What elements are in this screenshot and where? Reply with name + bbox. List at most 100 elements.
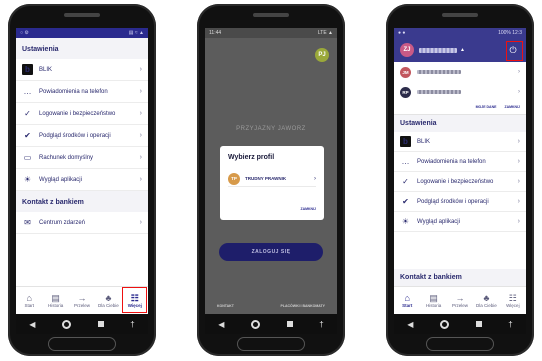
menu-item[interactable]: ✔ Podgląd środków i operacji ›: [394, 192, 526, 212]
menu-item[interactable]: … Powiadomienia na telefon ›: [16, 81, 148, 103]
profile-list: JM › RP ›: [394, 62, 526, 102]
profile-avatar: RP: [400, 86, 411, 98]
drawer-icon[interactable]: †: [508, 320, 512, 329]
current-profile-name-redacted: [419, 47, 457, 53]
tab-label: Historia: [425, 303, 442, 308]
menu-item-label: Logowanie i bezpieczeństwo: [39, 110, 116, 117]
close-link[interactable]: ZAMKNIJ: [504, 105, 520, 109]
tag-icon: ♣: [483, 293, 490, 303]
menu-item-label: Powiadomienia na telefon: [39, 88, 108, 95]
chevron-right-icon: ›: [139, 88, 142, 95]
tab-start[interactable]: ⌂ Start: [394, 287, 420, 314]
profile-links: MOJE DANE ZAMKNIJ: [394, 102, 526, 115]
branches-atms-link[interactable]: PLACÓWKI I BANKOMATY: [281, 304, 325, 308]
menu-item[interactable]: b BLIK ›: [16, 59, 148, 81]
sun-icon: ☀: [401, 217, 410, 226]
phone-chin: [48, 337, 116, 351]
blik-logo: b: [22, 64, 33, 75]
highlight-more-tab: [122, 287, 147, 313]
tab-start[interactable]: ⌂ Start: [16, 287, 42, 314]
phone-settings-menu: ○ ⚙ ▤ ≈ ▲ Ustawienia b BLIK › … Powiadomieni…: [8, 4, 156, 356]
recent-apps-icon[interactable]: [475, 321, 482, 327]
tab-więcej[interactable]: ☷ Więcej: [500, 287, 526, 314]
menu-item[interactable]: … Powiadomienia na telefon ›: [394, 152, 526, 172]
dialog-close-button[interactable]: ZAMKNIJ: [300, 207, 316, 211]
home-button-icon[interactable]: [440, 319, 450, 329]
home-button-icon[interactable]: [62, 319, 72, 329]
tab-label: Dla Ciebie: [476, 303, 497, 308]
bottom-tab-bar: ⌂ Start ▤ Historia → Przelew ♣ Dla Ciebie ☷ Więce…: [394, 286, 526, 314]
drawer-icon[interactable]: †: [130, 320, 134, 329]
chevron-right-icon: ›: [139, 110, 142, 117]
profile-row[interactable]: RP ›: [394, 82, 526, 102]
tab-dla-ciebie[interactable]: ♣ Dla Ciebie: [473, 287, 499, 314]
dialog-title: Wybierz profil: [228, 154, 275, 161]
chat-bubble-icon: …: [23, 87, 32, 96]
profile-option-name: TRUDNY PRAWNIK: [245, 176, 287, 181]
contact-link[interactable]: KONTAKT: [217, 304, 234, 308]
phone-chin: [426, 337, 494, 351]
menu-item-label: Rachunek domyślny: [39, 154, 94, 161]
grid-icon: ☷: [508, 293, 517, 303]
status-icons-right: ▤ ≈ ▲: [128, 30, 144, 36]
phone-screen: ● ● 100% 12:3 ZJ ▲ ⏻ JM › RP › MOJE DANE ZA…: [394, 28, 526, 334]
tab-przelew[interactable]: → Przelew: [69, 287, 95, 314]
chevron-right-icon: ›: [518, 89, 520, 95]
menu-item-label: BLIK: [417, 138, 431, 145]
menu-item[interactable]: ☀ Wygląd aplikacji ›: [394, 212, 526, 232]
menu-item[interactable]: ✉ Centrum zdarzeń ›: [16, 212, 148, 234]
contact-section-title: Kontakt z bankiem: [394, 269, 526, 286]
tab-przelew[interactable]: → Przelew: [447, 287, 473, 314]
tab-label: Dla Ciebie: [98, 303, 119, 308]
chevron-up-icon: ▲: [460, 47, 465, 53]
my-data-link[interactable]: MOJE DANE: [476, 105, 497, 109]
speaker-grill: [64, 13, 100, 17]
menu-item-label: Podgląd środków i operacji: [417, 198, 489, 205]
tab-label: Start: [24, 303, 34, 308]
menu-item-label: Centrum zdarzeń: [39, 219, 86, 226]
profile-row[interactable]: JM ›: [394, 62, 526, 82]
menu-item[interactable]: ✔ Podgląd środków i operacji ›: [16, 125, 148, 147]
back-icon[interactable]: ◀: [218, 320, 224, 329]
lock-icon: ✓: [402, 177, 409, 186]
back-icon[interactable]: ◀: [29, 320, 35, 329]
profile-avatar[interactable]: PJ: [315, 48, 329, 62]
drawer-icon[interactable]: †: [319, 320, 323, 329]
login-button[interactable]: ZALOGUJ SIĘ: [219, 243, 323, 261]
menu-item[interactable]: ▭ Rachunek domyślny ›: [16, 147, 148, 169]
money-check-icon: ✔: [24, 131, 31, 140]
profile-option[interactable]: TP TRUDNY PRAWNIK ›: [228, 171, 316, 187]
menu-item[interactable]: b BLIK ›: [394, 132, 526, 152]
chevron-right-icon: ›: [139, 219, 142, 226]
settings-section-title: Ustawienia: [394, 115, 526, 132]
footer-links: KONTAKT PLACÓWKI I BANKOMATY: [205, 304, 337, 308]
settings-list: b BLIK › … Powiadomienia na telefon › ✓ Logowan…: [16, 59, 148, 191]
android-nav-bar: ◀ †: [16, 314, 148, 334]
menu-item[interactable]: ✓ Logowanie i bezpieczeństwo ›: [394, 172, 526, 192]
home-icon: ⌂: [26, 293, 32, 303]
history-icon: ▤: [51, 293, 60, 303]
chevron-right-icon: ›: [139, 154, 142, 161]
message-center-icon: ✉: [24, 218, 31, 227]
menu-item[interactable]: ☀ Wygląd aplikacji ›: [16, 169, 148, 191]
chevron-right-icon: ›: [517, 218, 520, 225]
phone-profile-switcher: ● ● 100% 12:3 ZJ ▲ ⏻ JM › RP › MOJE DANE ZA…: [386, 4, 534, 356]
tab-label: Start: [402, 303, 413, 308]
menu-item-label: Wygląd aplikacji: [39, 176, 82, 183]
status-icons-left: ○ ⚙: [20, 30, 29, 36]
recent-apps-icon[interactable]: [97, 321, 104, 327]
tab-historia[interactable]: ▤ Historia: [42, 287, 68, 314]
tab-historia[interactable]: ▤ Historia: [420, 287, 446, 314]
wallet-icon: ▭: [23, 153, 32, 162]
home-icon: ⌂: [404, 293, 410, 303]
back-icon[interactable]: ◀: [407, 320, 413, 329]
history-icon: ▤: [429, 293, 438, 303]
recent-apps-icon[interactable]: [286, 321, 293, 327]
home-button-icon[interactable]: [251, 319, 261, 329]
phone-screen: 11:44 LTE ▲ PJ PRZYJAZNY JAWORZ Wybierz …: [205, 28, 337, 334]
chat-bubble-icon: …: [401, 157, 410, 166]
tab-dla-ciebie[interactable]: ♣ Dla Ciebie: [95, 287, 121, 314]
menu-item-label: Podgląd środków i operacji: [39, 132, 111, 139]
phone-profile-picker: 11:44 LTE ▲ PJ PRZYJAZNY JAWORZ Wybierz …: [197, 4, 345, 356]
menu-item[interactable]: ✓ Logowanie i bezpieczeństwo ›: [16, 103, 148, 125]
